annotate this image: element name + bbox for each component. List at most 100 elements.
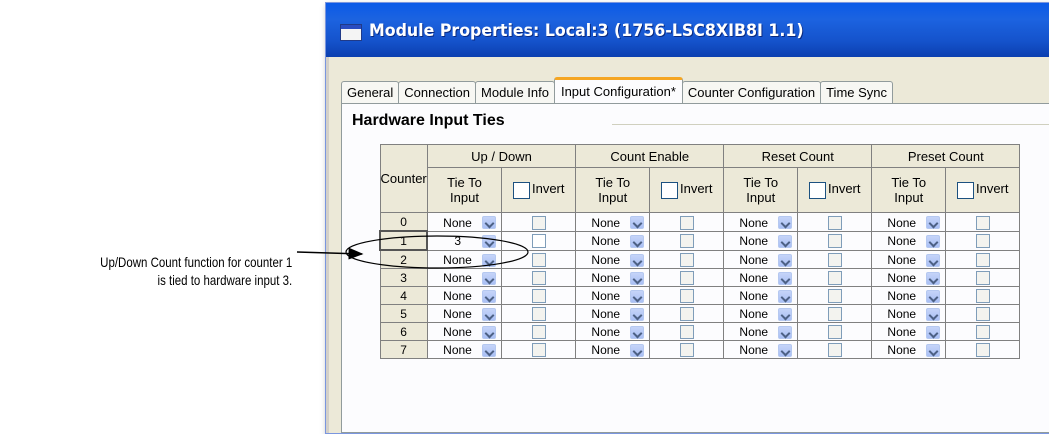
invert-checkbox[interactable] [975, 253, 990, 268]
invert-checkbox[interactable] [531, 289, 546, 304]
tie-to-input-select-up-down[interactable]: None [426, 286, 503, 305]
invert-checkbox[interactable] [679, 307, 694, 322]
tie-to-input-select-count-enable[interactable]: None [575, 212, 651, 232]
chevron-down-icon[interactable] [481, 289, 496, 303]
tie-to-input-select-count-enable[interactable]: None [575, 322, 651, 341]
chevron-down-icon[interactable] [777, 271, 792, 285]
chevron-down-icon[interactable] [629, 307, 644, 321]
tie-to-input-select-reset-count[interactable]: None [723, 286, 799, 305]
chevron-down-icon[interactable] [629, 289, 644, 303]
tie-to-input-select-reset-count[interactable]: None [723, 304, 799, 323]
tie-to-input-select-count-enable[interactable]: None [575, 249, 651, 269]
invert-checkbox[interactable] [975, 289, 990, 304]
tie-to-input-select-preset-count[interactable]: None [871, 340, 947, 359]
chevron-down-icon[interactable] [629, 325, 644, 339]
chevron-down-icon[interactable] [629, 343, 644, 357]
counter-number[interactable]: 1 [378, 230, 429, 251]
tie-to-input-select-up-down[interactable]: None [426, 212, 503, 232]
invert-checkbox[interactable] [827, 307, 842, 322]
chevron-down-icon[interactable] [481, 343, 496, 357]
invert-checkbox[interactable] [827, 289, 842, 304]
tie-to-input-select-preset-count[interactable]: None [871, 322, 947, 341]
chevron-down-icon[interactable] [629, 216, 644, 230]
counter-number[interactable]: 5 [379, 304, 428, 323]
invert-checkbox[interactable] [827, 215, 842, 230]
invert-checkbox[interactable] [827, 271, 842, 286]
tie-to-input-select-reset-count[interactable]: None [723, 212, 799, 232]
counter-number[interactable]: 0 [379, 212, 428, 232]
chevron-down-icon[interactable] [481, 307, 496, 321]
chevron-down-icon[interactable] [925, 325, 940, 339]
invert-checkbox[interactable] [679, 271, 694, 286]
tab-time-sync[interactable]: Time Sync [820, 81, 894, 103]
chevron-down-icon[interactable] [777, 253, 792, 267]
title-bar[interactable]: Module Properties: Local:3 (1756-LSC8XIB… [326, 3, 1049, 57]
chevron-down-icon[interactable] [925, 289, 940, 303]
invert-checkbox[interactable] [679, 234, 694, 249]
counter-number[interactable]: 3 [379, 268, 428, 287]
invert-all-checkbox[interactable] [956, 181, 974, 199]
tie-to-input-select-preset-count[interactable]: None [871, 268, 947, 287]
chevron-down-icon[interactable] [481, 216, 496, 230]
invert-all-checkbox[interactable] [660, 181, 678, 199]
tie-to-input-select-up-down[interactable]: None [426, 322, 503, 341]
invert-checkbox[interactable] [975, 307, 990, 322]
tie-to-input-select-preset-count[interactable]: None [871, 230, 947, 251]
tie-to-input-select-preset-count[interactable]: None [871, 249, 947, 269]
chevron-down-icon[interactable] [925, 343, 940, 357]
tab-general[interactable]: General [341, 81, 400, 103]
invert-checkbox[interactable] [975, 343, 990, 358]
chevron-down-icon[interactable] [629, 253, 644, 267]
chevron-down-icon[interactable] [629, 271, 644, 285]
tie-to-input-select-count-enable[interactable]: None [575, 340, 651, 359]
invert-checkbox[interactable] [531, 307, 546, 322]
invert-checkbox[interactable] [975, 215, 990, 230]
tie-to-input-select-up-down[interactable]: None [426, 268, 503, 287]
invert-checkbox[interactable] [679, 253, 694, 268]
invert-checkbox[interactable] [531, 234, 546, 249]
tab-connection[interactable]: Connection [398, 81, 477, 103]
counter-number[interactable]: 2 [379, 249, 428, 269]
invert-checkbox[interactable] [975, 325, 990, 340]
tie-to-input-select-up-down[interactable]: 3 [426, 230, 503, 251]
chevron-down-icon[interactable] [777, 289, 792, 303]
invert-checkbox[interactable] [531, 343, 546, 358]
tab-input-configuration[interactable]: Input Configuration* [553, 77, 683, 103]
counter-number[interactable]: 6 [379, 322, 428, 341]
tie-to-input-select-preset-count[interactable]: None [871, 212, 947, 232]
chevron-down-icon[interactable] [925, 307, 940, 321]
tie-to-input-select-reset-count[interactable]: None [723, 249, 799, 269]
invert-checkbox[interactable] [827, 253, 842, 268]
chevron-down-icon[interactable] [925, 271, 940, 285]
chevron-down-icon[interactable] [777, 216, 792, 230]
chevron-down-icon[interactable] [777, 325, 792, 339]
chevron-down-icon[interactable] [481, 253, 496, 267]
chevron-down-icon[interactable] [629, 234, 644, 248]
invert-checkbox[interactable] [679, 343, 694, 358]
tie-to-input-select-reset-count[interactable]: None [723, 230, 799, 251]
tie-to-input-select-reset-count[interactable]: None [723, 340, 799, 359]
chevron-down-icon[interactable] [925, 253, 940, 267]
chevron-down-icon[interactable] [925, 234, 940, 248]
tie-to-input-select-preset-count[interactable]: None [871, 286, 947, 305]
invert-checkbox[interactable] [827, 234, 842, 249]
counter-number[interactable]: 7 [379, 340, 428, 359]
invert-checkbox[interactable] [679, 215, 694, 230]
chevron-down-icon[interactable] [481, 234, 496, 248]
invert-all-checkbox[interactable] [512, 181, 530, 199]
tie-to-input-select-reset-count[interactable]: None [723, 268, 799, 287]
tie-to-input-select-count-enable[interactable]: None [575, 268, 651, 287]
tie-to-input-select-up-down[interactable]: None [426, 304, 503, 323]
counter-number[interactable]: 4 [379, 286, 428, 305]
chevron-down-icon[interactable] [777, 234, 792, 248]
chevron-down-icon[interactable] [481, 325, 496, 339]
tie-to-input-select-count-enable[interactable]: None [575, 230, 651, 251]
tab-module-info[interactable]: Module Info [475, 81, 555, 103]
invert-checkbox[interactable] [827, 343, 842, 358]
tie-to-input-select-up-down[interactable]: None [426, 340, 503, 359]
invert-checkbox[interactable] [531, 215, 546, 230]
invert-checkbox[interactable] [827, 325, 842, 340]
invert-checkbox[interactable] [531, 325, 546, 340]
chevron-down-icon[interactable] [925, 216, 940, 230]
invert-all-checkbox[interactable] [808, 181, 826, 199]
